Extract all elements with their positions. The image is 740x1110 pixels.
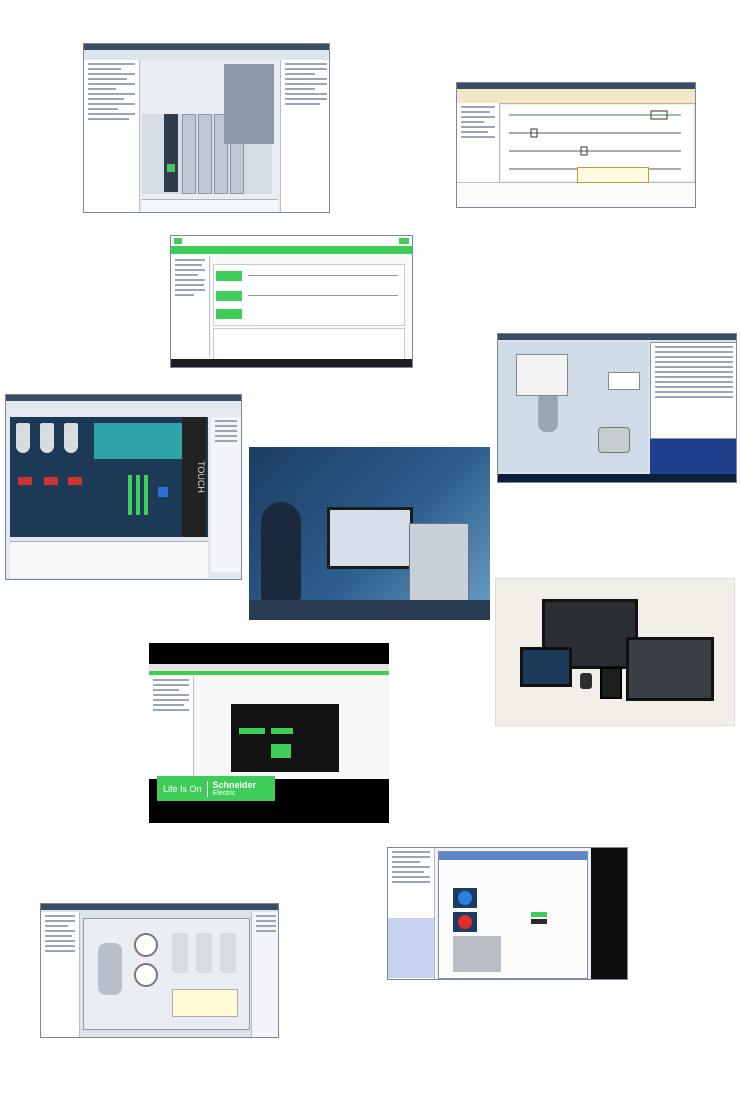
toolbox <box>251 912 278 1037</box>
slot-headers <box>224 64 274 144</box>
timing-chart <box>213 264 405 326</box>
properties-pane <box>142 199 278 212</box>
monitor <box>327 507 413 569</box>
hmi-screen <box>10 417 208 537</box>
person <box>261 502 301 602</box>
config-dialog <box>231 704 339 772</box>
properties-blue <box>388 918 434 978</box>
ribbon <box>457 89 695 104</box>
output-window <box>457 182 695 207</box>
touch-panel-frame: TOUCH <box>182 417 206 537</box>
screenshot-hmi-dialog <box>387 847 628 980</box>
title-bar <box>6 395 241 401</box>
desk <box>249 600 490 620</box>
screenshot-mixer-process <box>40 903 279 1038</box>
project-tree <box>41 912 80 1037</box>
title-bar <box>498 334 736 340</box>
screenshot-machine-expert <box>170 235 413 368</box>
tag-table <box>650 342 736 439</box>
dialog-window <box>438 851 588 979</box>
photo-engineer-workstation <box>249 447 490 620</box>
video-schneider-frame: Life Is On Schneider Electric <box>149 643 389 823</box>
touch-label: TOUCH <box>196 461 206 493</box>
screenshot-scada-process <box>497 333 737 483</box>
toolbar <box>84 50 329 60</box>
tag-list-blue <box>650 439 736 475</box>
title-bar <box>41 904 278 910</box>
plc-hardware <box>409 523 469 601</box>
screenshot-ladder-editor <box>456 82 696 208</box>
tab-strip <box>171 246 412 254</box>
device-tree <box>171 256 210 357</box>
tooltip-box <box>577 167 649 183</box>
device-watch <box>580 673 592 689</box>
device-monitor-right <box>626 637 714 701</box>
navigator <box>457 103 500 183</box>
process-screen <box>83 918 250 1030</box>
dark-panel <box>591 848 627 979</box>
brand-sub: Electric <box>212 789 236 797</box>
messages-pane <box>213 328 405 360</box>
taskbar <box>171 359 412 367</box>
status-bar <box>498 474 736 482</box>
process-canvas <box>498 342 648 472</box>
brand-name: Schneider <box>212 779 257 790</box>
photo-multi-device-dashboards <box>495 578 735 726</box>
screenshot-tia-hardware <box>83 43 330 213</box>
brand-overlay: Life Is On Schneider Electric <box>157 776 275 801</box>
inspector-pane <box>10 541 208 578</box>
project-tree <box>84 60 140 212</box>
device-tablet-small <box>520 647 572 687</box>
screenshot-hmi-silos: TOUCH <box>5 394 242 580</box>
toolbox <box>211 417 241 572</box>
catalog-panel <box>280 60 329 212</box>
device-phone <box>600 667 622 699</box>
video-app <box>149 664 389 779</box>
tagline: Life Is On <box>163 783 202 794</box>
